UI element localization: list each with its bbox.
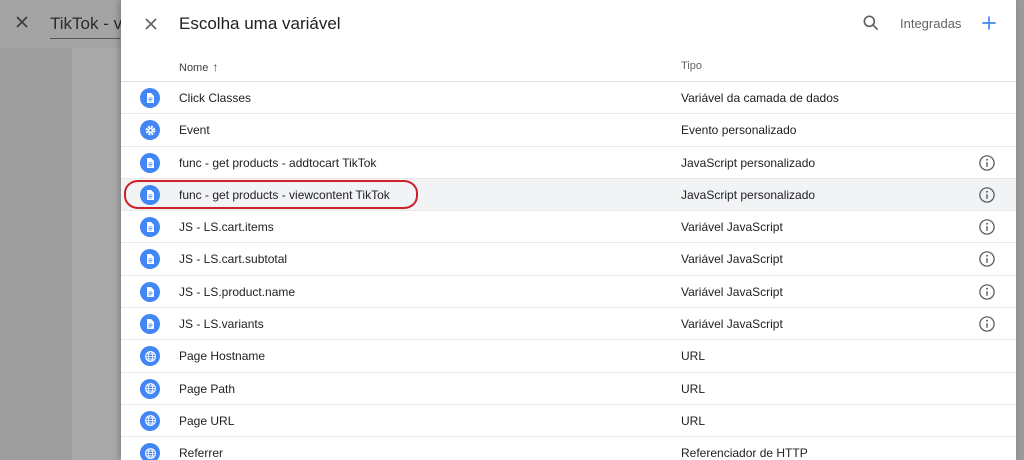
variable-name: Event [179,123,210,138]
variable-list: Click Classes Variável da camada de dados… [121,82,1016,460]
document-icon [140,249,160,270]
variable-type: Variável JavaScript [681,284,783,299]
variable-name: func - get products - addtocart TikTok [179,155,377,170]
globe-icon [140,410,160,431]
panel-header: Escolha uma variável Integradas [121,0,1016,48]
info-icon[interactable] [978,154,996,172]
globe-icon [140,378,160,399]
variable-type: Variável JavaScript [681,252,783,267]
background-scroll-strip [1016,0,1024,460]
panel-title: Escolha uma variável [179,14,341,33]
variable-type: JavaScript personalizado [681,187,816,202]
table-row[interactable]: Click Classes Variável da camada de dados [121,82,1016,115]
search-icon[interactable] [861,13,881,33]
document-icon [140,314,160,335]
variable-type: Variável JavaScript [681,220,783,235]
variable-name: JS - LS.variants [179,317,264,332]
variable-name: Page Hostname [179,349,266,364]
variable-name: JS - LS.product.name [179,284,296,299]
table-row[interactable]: func - get products - viewcontent TikTok… [121,178,1016,212]
column-header-type[interactable]: Tipo [681,60,702,72]
background-title: TikTok - vi [50,14,126,33]
info-icon[interactable] [978,186,996,204]
table-row[interactable]: JS - LS.product.name Variável JavaScript [121,276,1016,309]
variable-type: URL [681,381,706,396]
add-icon[interactable] [979,13,999,33]
variable-chooser-panel: Escolha uma variável Integradas Nome ↑ Ti… [121,0,1016,460]
variable-name: Referrer [179,446,224,460]
background-title-underline [50,38,120,39]
table-row[interactable]: JS - LS.cart.items Variável JavaScript [121,211,1016,244]
column-header-name[interactable]: Nome ↑ [179,60,218,74]
variable-name: Page Path [179,381,236,396]
table-row[interactable]: JS - LS.variants Variável JavaScript [121,308,1016,341]
globe-icon [140,346,160,367]
document-icon [140,281,160,302]
gear-icon [140,120,160,141]
variable-type: JavaScript personalizado [681,155,816,170]
variable-type: Evento personalizado [681,123,797,138]
document-icon [140,152,160,173]
variable-name: JS - LS.cart.items [179,220,274,235]
document-icon [140,184,160,205]
variable-name: func - get products - viewcontent TikTok [179,187,390,202]
info-icon[interactable] [978,218,996,236]
table-row[interactable]: Page Path URL [121,373,1016,405]
globe-icon [140,443,160,460]
variable-type: Referenciador de HTTP [681,446,808,460]
table-row[interactable]: Page Hostname URL [121,340,1016,373]
info-icon[interactable] [978,315,996,333]
table-row[interactable]: JS - LS.cart.subtotal Variável JavaScript [121,243,1016,276]
column-header-name-label: Nome [179,62,209,74]
close-icon[interactable] [141,14,161,34]
builtin-variables-button[interactable]: Integradas [900,16,961,31]
document-icon [140,217,160,238]
variable-name: JS - LS.cart.subtotal [179,252,288,267]
variable-name: Page URL [179,413,235,428]
close-icon [16,16,28,28]
table-row[interactable]: Page URL URL [121,405,1016,438]
variable-type: Variável JavaScript [681,317,783,332]
sort-ascending-icon: ↑ [212,60,219,74]
variable-type: Variável da camada de dados [681,91,839,105]
table-row[interactable]: Event Evento personalizado [121,114,1016,147]
variable-type: URL [681,349,706,364]
table-row[interactable]: Referrer Referenciador de HTTP [121,437,1016,460]
table-header: Nome ↑ Tipo [121,52,1016,82]
table-row[interactable]: func - get products - addtocart TikTok Ja… [121,147,1016,179]
variable-name: Click Classes [179,91,252,105]
document-icon [140,88,160,108]
info-icon[interactable] [978,250,996,268]
info-icon[interactable] [978,283,996,301]
variable-type: URL [681,413,706,428]
